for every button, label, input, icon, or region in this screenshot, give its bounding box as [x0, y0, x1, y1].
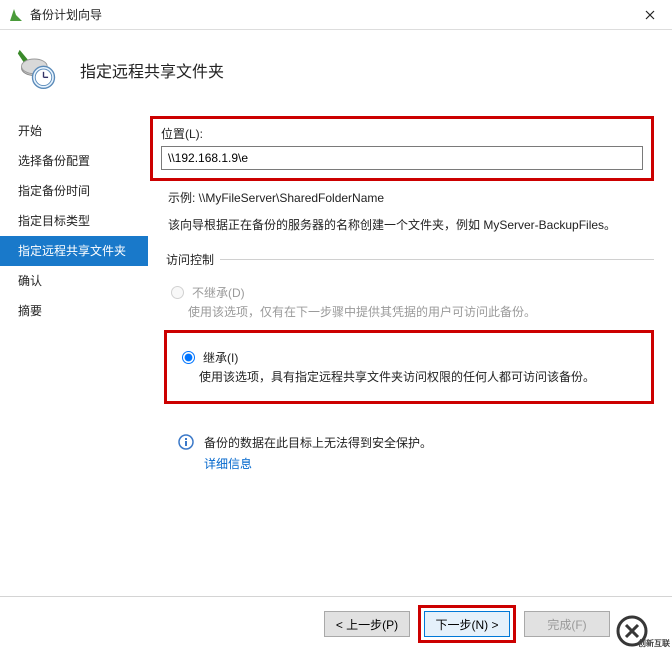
next-button[interactable]: 下一步(N) >	[424, 611, 510, 637]
location-label: 位置(L):	[161, 125, 643, 142]
radio-no-inherit-desc: 使用该选项，仅有在下一步骤中提供其凭据的用户可访问此备份。	[188, 303, 654, 320]
info-row: 备份的数据在此目标上无法得到安全保护。	[178, 434, 654, 451]
title-bar: 备份计划向导	[0, 0, 672, 30]
radio-inherit-row[interactable]: 继承(I)	[177, 349, 643, 366]
inherit-highlight: 继承(I) 使用该选项，具有指定远程共享文件夹访问权限的任何人都可访问该备份。	[164, 330, 654, 404]
step-summary[interactable]: 摘要	[18, 296, 150, 326]
access-control-group: 访问控制 不继承(D) 使用该选项，仅有在下一步骤中提供其凭据的用户可访问此备份…	[164, 251, 654, 404]
wizard-sidebar: 开始 选择备份配置 指定备份时间 指定目标类型 指定远程共享文件夹 确认 摘要	[0, 116, 150, 591]
info-text: 备份的数据在此目标上无法得到安全保护。	[204, 434, 432, 451]
next-highlight: 下一步(N) >	[418, 605, 516, 643]
radio-no-inherit-row: 不继承(D)	[166, 284, 654, 301]
access-control-legend: 访问控制	[164, 251, 220, 268]
step-backup-time[interactable]: 指定备份时间	[18, 176, 150, 206]
wizard-footer: < 上一步(P) 下一步(N) > 完成(F)	[0, 596, 672, 651]
step-select-config[interactable]: 选择备份配置	[18, 146, 150, 176]
location-highlight: 位置(L):	[150, 116, 654, 181]
folder-note: 该向导根据正在备份的服务器的名称创建一个文件夹，例如 MyServer-Back…	[168, 216, 654, 233]
details-link[interactable]: 详细信息	[204, 455, 654, 472]
app-icon	[8, 7, 24, 23]
back-button[interactable]: < 上一步(P)	[324, 611, 410, 637]
step-start[interactable]: 开始	[18, 116, 150, 146]
finish-button: 完成(F)	[524, 611, 610, 637]
radio-no-inherit-label: 不继承(D)	[192, 284, 245, 301]
wizard-header-icon	[16, 48, 60, 92]
step-remote-share[interactable]: 指定远程共享文件夹	[0, 236, 148, 266]
location-input[interactable]	[161, 146, 643, 170]
radio-inherit-desc: 使用该选项，具有指定远程共享文件夹访问权限的任何人都可访问该备份。	[199, 368, 643, 385]
radio-no-inherit	[171, 286, 184, 299]
watermark-text: 创新互联	[638, 638, 670, 649]
step-confirm[interactable]: 确认	[18, 266, 150, 296]
radio-inherit-label: 继承(I)	[203, 349, 238, 366]
window-title: 备份计划向导	[30, 6, 102, 23]
wizard-content: 位置(L): 示例: \\MyFileServer\SharedFolderNa…	[150, 116, 672, 591]
location-example: 示例: \\MyFileServer\SharedFolderName	[168, 189, 654, 206]
wizard-header: 指定远程共享文件夹	[0, 30, 672, 116]
info-icon	[178, 434, 194, 450]
step-target-type[interactable]: 指定目标类型	[18, 206, 150, 236]
close-button[interactable]	[628, 0, 672, 30]
radio-inherit[interactable]	[182, 351, 195, 364]
page-title: 指定远程共享文件夹	[80, 58, 224, 82]
